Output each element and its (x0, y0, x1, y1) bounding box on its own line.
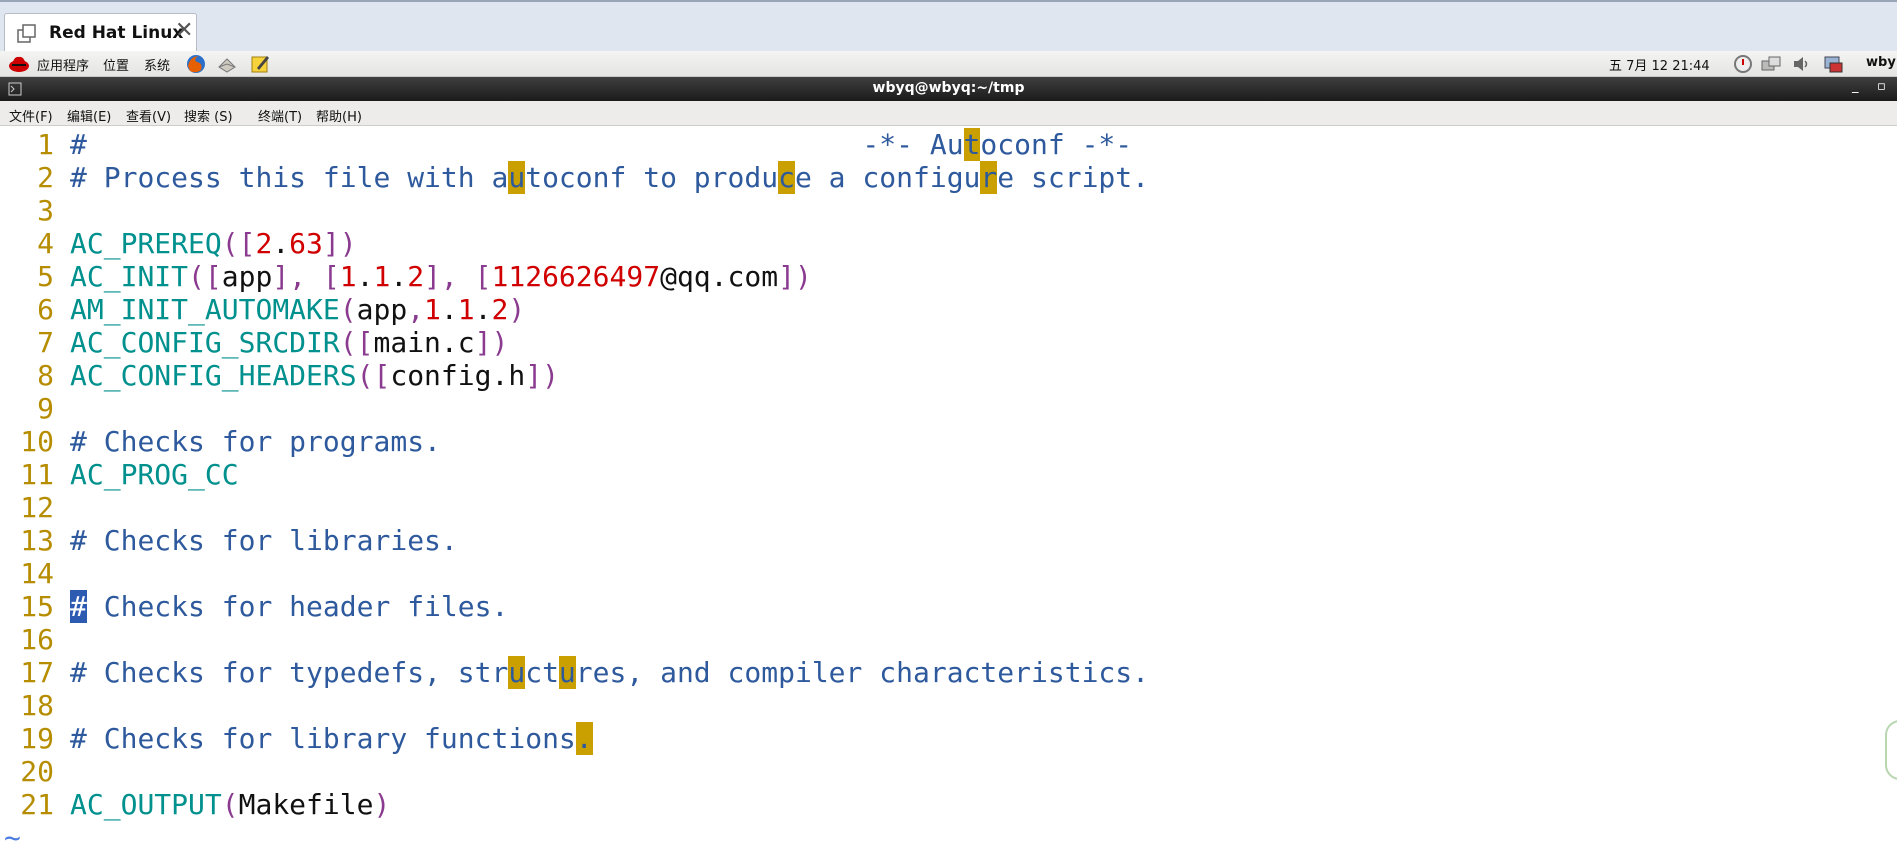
line-code: AM_INIT_AUTOMAKE(app,1.1.2) (70, 293, 526, 326)
terminal-menubar: 文件(F) 编辑(E) 查看(V) 搜索 (S) 终端(T) 帮助(H) (0, 101, 1897, 126)
line-number: 12 (20, 491, 54, 524)
menu-help[interactable]: 帮助(H) (316, 106, 362, 125)
display-icon[interactable] (1822, 53, 1844, 75)
maximize-button[interactable]: ▫ (1877, 79, 1886, 94)
vim-editor[interactable]: 1 # -*- Autoconf -*- 2 # Process this file … (0, 126, 1897, 864)
line-number: 10 (20, 425, 54, 458)
line-number: 2 (37, 161, 54, 194)
line-number: 13 (20, 524, 54, 557)
line-code: AC_CONFIG_HEADERS([config.h]) (70, 359, 559, 392)
menu-edit[interactable]: 编辑(E) (67, 106, 111, 125)
line-code: # Checks for programs. (70, 425, 441, 458)
panel-menu-places[interactable]: 位置 (103, 55, 129, 74)
notes-icon[interactable] (249, 53, 271, 75)
network-icon[interactable] (1760, 53, 1782, 75)
line-number: 18 (20, 689, 54, 722)
line-number: 7 (37, 326, 54, 359)
browser-tab-strip: Red Hat Linux ✕ (0, 0, 1897, 53)
line-code: # Checks for header files. (70, 590, 509, 623)
menu-terminal[interactable]: 终端(T) (258, 106, 302, 125)
minimize-button[interactable]: _ (1852, 79, 1859, 94)
line-code: AC_PREREQ([2.63]) (70, 227, 357, 260)
update-icon[interactable] (1732, 53, 1754, 75)
mail-icon[interactable] (216, 53, 238, 75)
menu-search[interactable]: 搜索 (S) (184, 106, 233, 125)
line-code: # Process this file with autoconf to pro… (70, 161, 1149, 194)
tab-title: Red Hat Linux (49, 23, 184, 43)
line-number: 8 (37, 359, 54, 392)
panel-menu-applications[interactable]: 应用程序 (37, 55, 89, 74)
volume-icon[interactable] (1790, 53, 1812, 75)
line-number: 16 (20, 623, 54, 656)
line-code: # -*- Autoconf -*- (70, 128, 1133, 161)
scroll-handle[interactable] (1885, 720, 1897, 780)
top-panel: 应用程序 位置 系统 五 7月 12 21:44 wby (0, 51, 1897, 77)
line-number: 1 (37, 128, 54, 161)
panel-user[interactable]: wby (1866, 55, 1896, 70)
line-code: AC_INIT([app], [1.1.2], [1126626497@qq.c… (70, 260, 812, 293)
line-code: # Checks for libraries. (70, 524, 458, 557)
line-number: 4 (37, 227, 54, 260)
line-code: AC_OUTPUT(Makefile) (70, 788, 391, 821)
line-number: 5 (37, 260, 54, 293)
panel-clock[interactable]: 五 7月 12 21:44 (1609, 55, 1710, 74)
terminal-title: wbyq@wbyq:~/tmp (872, 80, 1025, 96)
firefox-icon[interactable] (185, 53, 207, 75)
panel-menu-system[interactable]: 系统 (144, 55, 170, 74)
line-code: AC_CONFIG_SRCDIR([main.c]) (70, 326, 509, 359)
line-number: 19 (20, 722, 54, 755)
line-number: 6 (37, 293, 54, 326)
line-number: 11 (20, 458, 54, 491)
line-number: 15 (20, 590, 54, 623)
menu-file[interactable]: 文件(F) (9, 106, 53, 125)
window-icon (17, 24, 36, 43)
line-number: 21 (20, 788, 54, 821)
browser-tab[interactable]: Red Hat Linux ✕ (4, 13, 197, 53)
line-number: 17 (20, 656, 54, 689)
line-code: AC_PROG_CC (70, 458, 239, 491)
terminal-titlebar[interactable]: wbyq@wbyq:~/tmp _ ▫ (0, 77, 1897, 101)
redhat-icon[interactable] (8, 53, 30, 75)
menu-view[interactable]: 查看(V) (126, 106, 171, 125)
empty-line-marker: ~ (4, 821, 21, 854)
line-code: # Checks for library functions. (70, 722, 593, 755)
close-icon[interactable]: ✕ (175, 18, 193, 43)
line-code: # Checks for typedefs, structures, and c… (70, 656, 1149, 689)
line-number: 3 (37, 194, 54, 227)
line-number: 9 (37, 392, 54, 425)
line-number: 14 (20, 557, 54, 590)
line-number: 20 (20, 755, 54, 788)
